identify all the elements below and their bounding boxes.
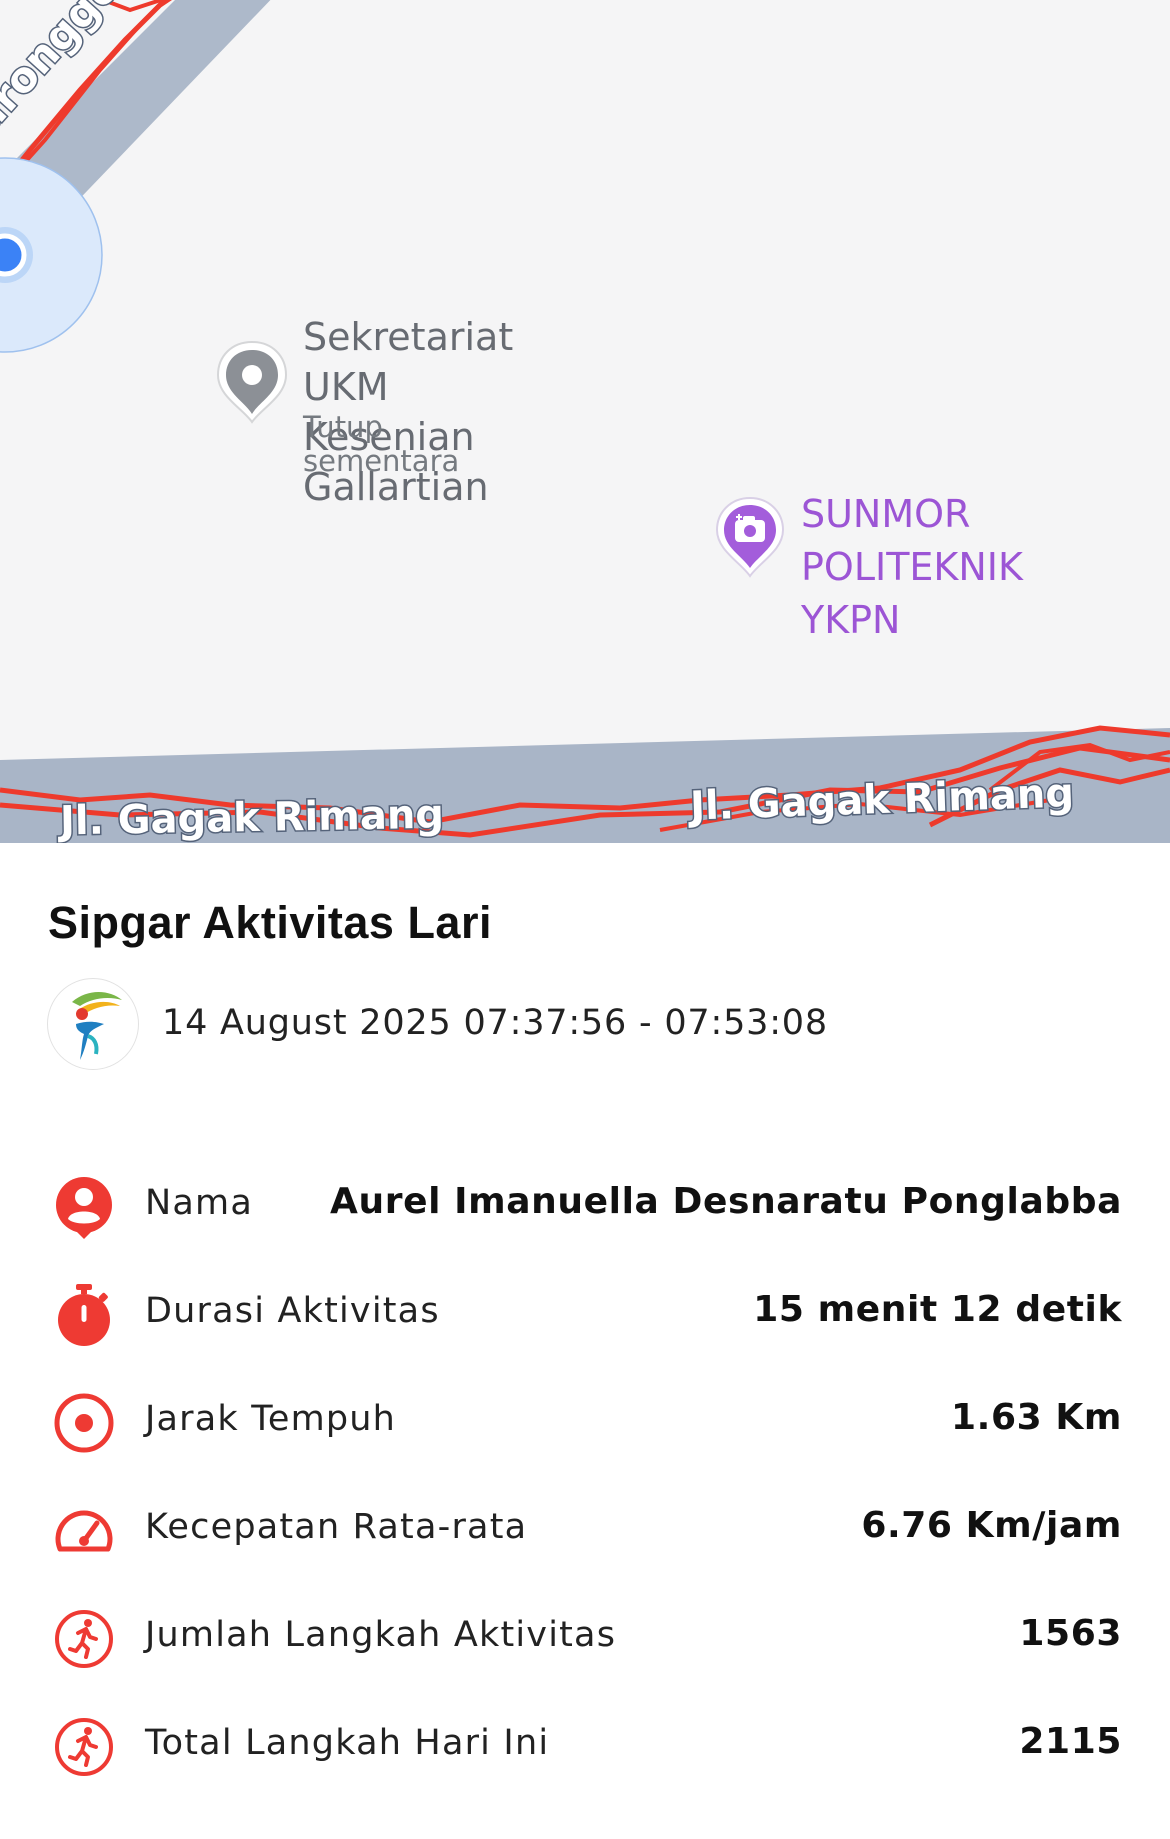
- runner-icon: [55, 1718, 113, 1776]
- stat-row-distance: Jarak Tempuh 1.63 Km: [0, 1369, 1170, 1477]
- stat-label: Durasi Aktivitas: [145, 1291, 440, 1331]
- stat-label: Jumlah Langkah Aktivitas: [145, 1615, 617, 1655]
- stat-value: 1563: [1019, 1613, 1122, 1654]
- current-location-icon[interactable]: [0, 155, 110, 365]
- app-logo: [47, 978, 139, 1070]
- camera-pin-icon: [715, 496, 785, 578]
- stat-label: Nama: [145, 1183, 253, 1223]
- stat-label: Jarak Tempuh: [145, 1399, 397, 1439]
- stat-row-duration: Durasi Aktivitas 15 menit 12 detik: [0, 1261, 1170, 1369]
- stopwatch-icon: [58, 1284, 110, 1346]
- road-label-gagak-rimang: Jl. Gagak Rimang: [58, 790, 446, 843]
- activity-stats-list: Nama Aurel Imanuella Desnaratu Ponglabba…: [0, 1153, 1170, 1801]
- runner-icon: [55, 1610, 113, 1668]
- speedometer-icon: [55, 1510, 113, 1552]
- stat-value: Aurel Imanuella Desnaratu Ponglabba: [330, 1181, 1122, 1222]
- route-map[interactable]: uronggo Seto Jl. Gagak Rimang Jl. Gagak …: [0, 0, 1170, 843]
- stat-label: Total Langkah Hari Ini: [145, 1723, 550, 1763]
- stat-value: 6.76 Km/jam: [861, 1505, 1122, 1546]
- stat-row-speed: Kecepatan Rata-rata 6.76 Km/jam: [0, 1477, 1170, 1585]
- poi-name: SUNMOR POLITEKNIK YKPN: [801, 492, 1023, 642]
- map-roads: [0, 0, 1170, 843]
- poi-status: Tutup sementara: [303, 410, 460, 478]
- target-icon: [54, 1393, 114, 1453]
- stat-row-total-steps: Total Langkah Hari Ini 2115: [0, 1693, 1170, 1801]
- stat-label: Kecepatan Rata-rata: [145, 1507, 528, 1547]
- stat-row-name: Nama Aurel Imanuella Desnaratu Ponglabba: [0, 1153, 1170, 1261]
- stat-value: 1.63 Km: [951, 1397, 1122, 1438]
- stat-value: 2115: [1019, 1721, 1122, 1762]
- stat-row-activity-steps: Jumlah Langkah Aktivitas 1563: [0, 1585, 1170, 1693]
- stat-value: 15 menit 12 detik: [753, 1289, 1122, 1330]
- activity-datetime: 14 August 2025 07:37:56 - 07:53:08: [162, 1003, 828, 1043]
- user-icon: [56, 1177, 112, 1239]
- location-pin-icon: [216, 340, 288, 424]
- page-title: Sipgar Aktivitas Lari: [48, 897, 492, 948]
- runner-logo-icon: [72, 992, 122, 1060]
